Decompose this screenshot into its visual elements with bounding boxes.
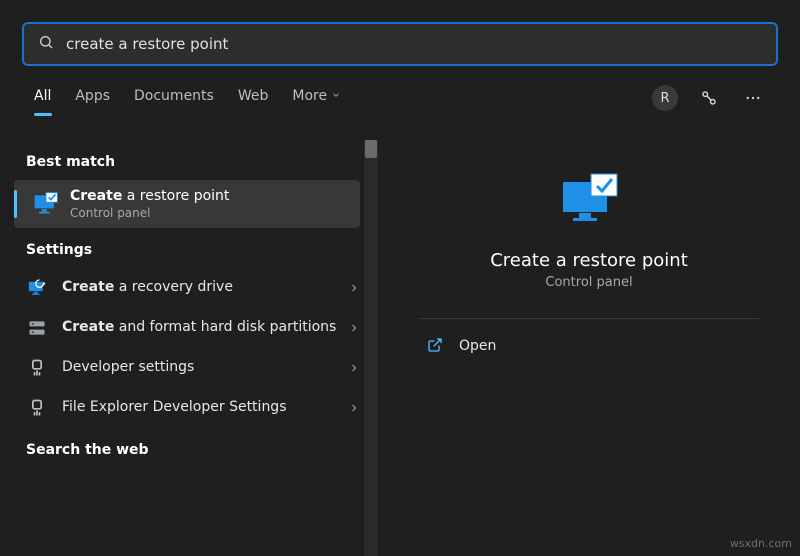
best-match-title: Create a restore point [70,188,229,204]
open-action[interactable]: Open [419,323,759,369]
watermark: wsxdn.com [730,537,792,550]
chevron-right-icon [348,319,360,338]
search-bar-wrap [0,0,800,76]
results-body: Best match Create a restore point Contro… [0,140,800,556]
chevron-down-icon [331,88,341,104]
detail-subtitle: Control panel [545,275,632,290]
best-match-header: Best match [0,140,378,180]
settings-header: Settings [0,228,378,268]
detail-pane: Create a restore point Control panel Ope… [378,140,800,556]
filter-tabs: All Apps Documents Web More R [0,76,800,114]
detail-title: Create a restore point [490,250,688,271]
open-external-icon [427,337,445,355]
open-label: Open [459,338,496,354]
tab-documents[interactable]: Documents [134,82,214,114]
developer-icon [26,357,48,379]
divider [419,318,759,319]
search-window: All Apps Documents Web More R Best match [0,0,800,556]
settings-item-disk-partitions[interactable]: Create and format hard disk partitions [0,308,378,348]
tab-web[interactable]: Web [238,82,269,114]
search-icon [38,34,54,54]
disk-partition-icon [26,317,48,339]
best-match-subtitle: Control panel [70,206,229,220]
search-input[interactable] [66,35,762,53]
tab-apps[interactable]: Apps [75,82,110,114]
developer-icon [26,397,48,419]
user-avatar[interactable]: R [652,85,678,111]
monitor-restore-icon [32,190,60,218]
settings-item-developer[interactable]: Developer settings [0,348,378,388]
more-options-icon[interactable] [740,85,766,111]
monitor-restore-icon-large [557,168,621,232]
connector-icon[interactable] [696,85,722,111]
tab-more[interactable]: More [292,82,341,114]
results-list: Best match Create a restore point Contro… [0,140,378,556]
scrollbar-thumb[interactable] [365,140,377,158]
settings-item-file-explorer-dev[interactable]: File Explorer Developer Settings [0,388,378,428]
chevron-right-icon [348,399,360,418]
chevron-right-icon [348,359,360,378]
best-match-item[interactable]: Create a restore point Control panel [14,180,360,228]
search-web-header: Search the web [0,428,378,468]
chevron-right-icon [348,279,360,298]
search-box[interactable] [22,22,778,66]
settings-item-recovery-drive[interactable]: Create a recovery drive [0,268,378,308]
tab-all[interactable]: All [34,82,51,114]
recovery-drive-icon [26,277,48,299]
